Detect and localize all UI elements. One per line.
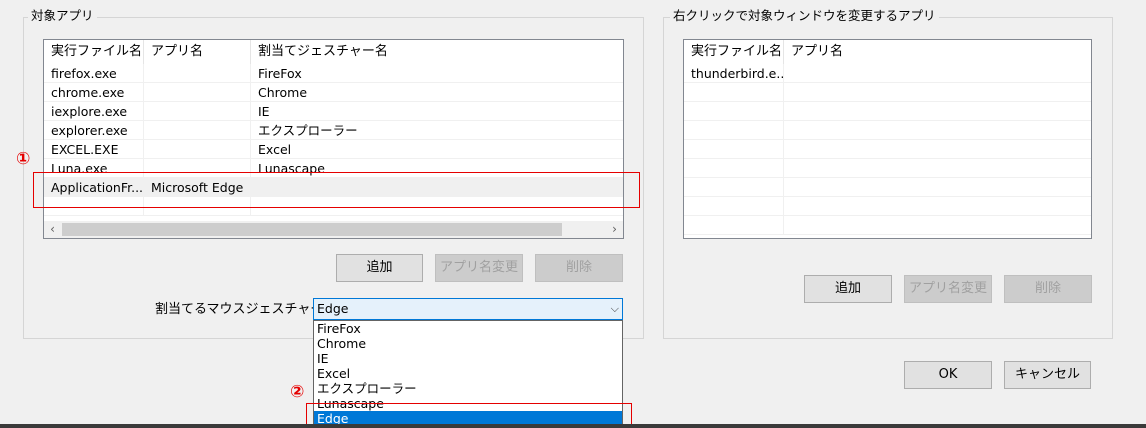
table-row[interactable]: explorer.exe エクスプローラー bbox=[44, 121, 623, 140]
cell-exe: iexplore.exe bbox=[44, 102, 144, 121]
cell-app-name bbox=[784, 159, 1091, 178]
cell-app-name bbox=[784, 197, 1091, 216]
column-header-gesture-name[interactable]: 割当てジェスチャー名 bbox=[251, 40, 623, 64]
cell-app-name bbox=[144, 64, 251, 83]
cell-gesture-name: IE bbox=[258, 104, 270, 119]
left-rename-button[interactable]: アプリ名変更 bbox=[435, 254, 523, 282]
annotation-marker-1: ① bbox=[16, 149, 31, 169]
table-row[interactable] bbox=[684, 102, 1091, 121]
column-header-app-name[interactable]: アプリ名 bbox=[144, 40, 251, 64]
chevron-down-icon[interactable]: ⌵ bbox=[611, 299, 619, 319]
cell-exe bbox=[684, 159, 784, 178]
right-click-apps-group-title: 右クリックで対象ウィンドウを変更するアプリ bbox=[670, 9, 939, 23]
cell-app-name bbox=[784, 102, 1091, 121]
table-row[interactable] bbox=[684, 159, 1091, 178]
table-row[interactable]: chrome.exe Chrome bbox=[44, 83, 623, 102]
cell-gesture-name: Excel bbox=[258, 142, 292, 157]
ok-button[interactable]: OK bbox=[904, 361, 992, 389]
right-click-apps-list-header: 実行ファイル名 アプリ名 bbox=[684, 40, 1091, 64]
annotation-marker-2: ② bbox=[290, 382, 305, 402]
cell-exe: firefox.exe bbox=[44, 64, 144, 83]
horizontal-scrollbar[interactable]: ‹ › bbox=[44, 221, 623, 238]
right-click-apps-list-body: thunderbird.e... bbox=[684, 64, 1091, 235]
dropdown-option[interactable]: Excel bbox=[314, 366, 622, 381]
target-apps-list[interactable]: 実行ファイル名 アプリ名 割当てジェスチャー名 firefox.exe FireF… bbox=[43, 39, 624, 239]
table-row[interactable]: EXCEL.EXE Excel bbox=[44, 140, 623, 159]
cell-app-name bbox=[144, 102, 251, 121]
annotation-box-1 bbox=[33, 172, 640, 208]
dropdown-option[interactable]: エクスプローラー bbox=[314, 381, 622, 396]
table-row[interactable] bbox=[684, 83, 1091, 102]
right-delete-button[interactable]: 削除 bbox=[1004, 275, 1092, 303]
cell-app-name bbox=[784, 216, 1091, 235]
column-header-exe[interactable]: 実行ファイル名 bbox=[684, 40, 784, 64]
cell-gesture-name: Chrome bbox=[258, 85, 308, 100]
target-apps-list-header: 実行ファイル名 アプリ名 割当てジェスチャー名 bbox=[44, 40, 623, 64]
column-header-app-name[interactable]: アプリ名 bbox=[784, 40, 1091, 64]
cell-exe bbox=[684, 197, 784, 216]
cell-exe bbox=[684, 216, 784, 235]
cancel-button[interactable]: キャンセル bbox=[1004, 361, 1091, 389]
cell-exe: explorer.exe bbox=[44, 121, 144, 140]
cell-exe: chrome.exe bbox=[44, 83, 144, 102]
table-row[interactable] bbox=[684, 140, 1091, 159]
cell-exe bbox=[684, 83, 784, 102]
cell-app-name bbox=[784, 140, 1091, 159]
cell-app-name bbox=[784, 83, 1091, 102]
cell-app-name bbox=[784, 64, 1091, 83]
cell-app-name bbox=[784, 178, 1091, 197]
table-row[interactable]: firefox.exe FireFox bbox=[44, 64, 623, 83]
cell-app-name bbox=[144, 83, 251, 102]
cell-exe: thunderbird.e... bbox=[684, 64, 784, 83]
gesture-combo[interactable]: Edge ⌵ bbox=[313, 298, 623, 320]
right-rename-button[interactable]: アプリ名変更 bbox=[904, 275, 992, 303]
cell-exe bbox=[684, 121, 784, 140]
cell-app-name bbox=[144, 121, 251, 140]
column-header-exe[interactable]: 実行ファイル名 bbox=[44, 40, 144, 64]
table-row[interactable] bbox=[684, 178, 1091, 197]
dropdown-option[interactable]: Chrome bbox=[314, 336, 622, 351]
table-row[interactable] bbox=[684, 197, 1091, 216]
gesture-combo-value: Edge bbox=[317, 301, 349, 316]
chevron-right-icon[interactable]: › bbox=[606, 221, 623, 238]
cell-gesture-name: FireFox bbox=[258, 66, 302, 81]
table-row[interactable] bbox=[684, 121, 1091, 140]
chevron-left-icon[interactable]: ‹ bbox=[44, 221, 61, 238]
dropdown-option[interactable]: FireFox bbox=[314, 321, 622, 336]
table-row[interactable]: iexplore.exe IE bbox=[44, 102, 623, 121]
cell-app-name bbox=[144, 140, 251, 159]
table-row[interactable] bbox=[684, 216, 1091, 235]
cell-exe bbox=[684, 102, 784, 121]
scrollbar-thumb[interactable] bbox=[62, 223, 562, 236]
cell-gesture-name: エクスプローラー bbox=[258, 123, 358, 138]
gesture-label: 割当てるマウスジェスチャー bbox=[155, 302, 324, 317]
table-row[interactable]: thunderbird.e... bbox=[684, 64, 1091, 83]
left-add-button[interactable]: 追加 bbox=[336, 254, 423, 282]
cell-app-name bbox=[784, 121, 1091, 140]
target-apps-group-title: 対象アプリ bbox=[28, 9, 97, 23]
right-add-button[interactable]: 追加 bbox=[804, 275, 892, 303]
dropdown-option[interactable]: IE bbox=[314, 351, 622, 366]
left-delete-button[interactable]: 削除 bbox=[535, 254, 623, 282]
cell-exe bbox=[684, 140, 784, 159]
taskbar-edge bbox=[0, 424, 1146, 428]
right-click-apps-list[interactable]: 実行ファイル名 アプリ名 thunderbird.e... bbox=[683, 39, 1092, 239]
cell-exe: EXCEL.EXE bbox=[44, 140, 144, 159]
cell-exe bbox=[684, 178, 784, 197]
